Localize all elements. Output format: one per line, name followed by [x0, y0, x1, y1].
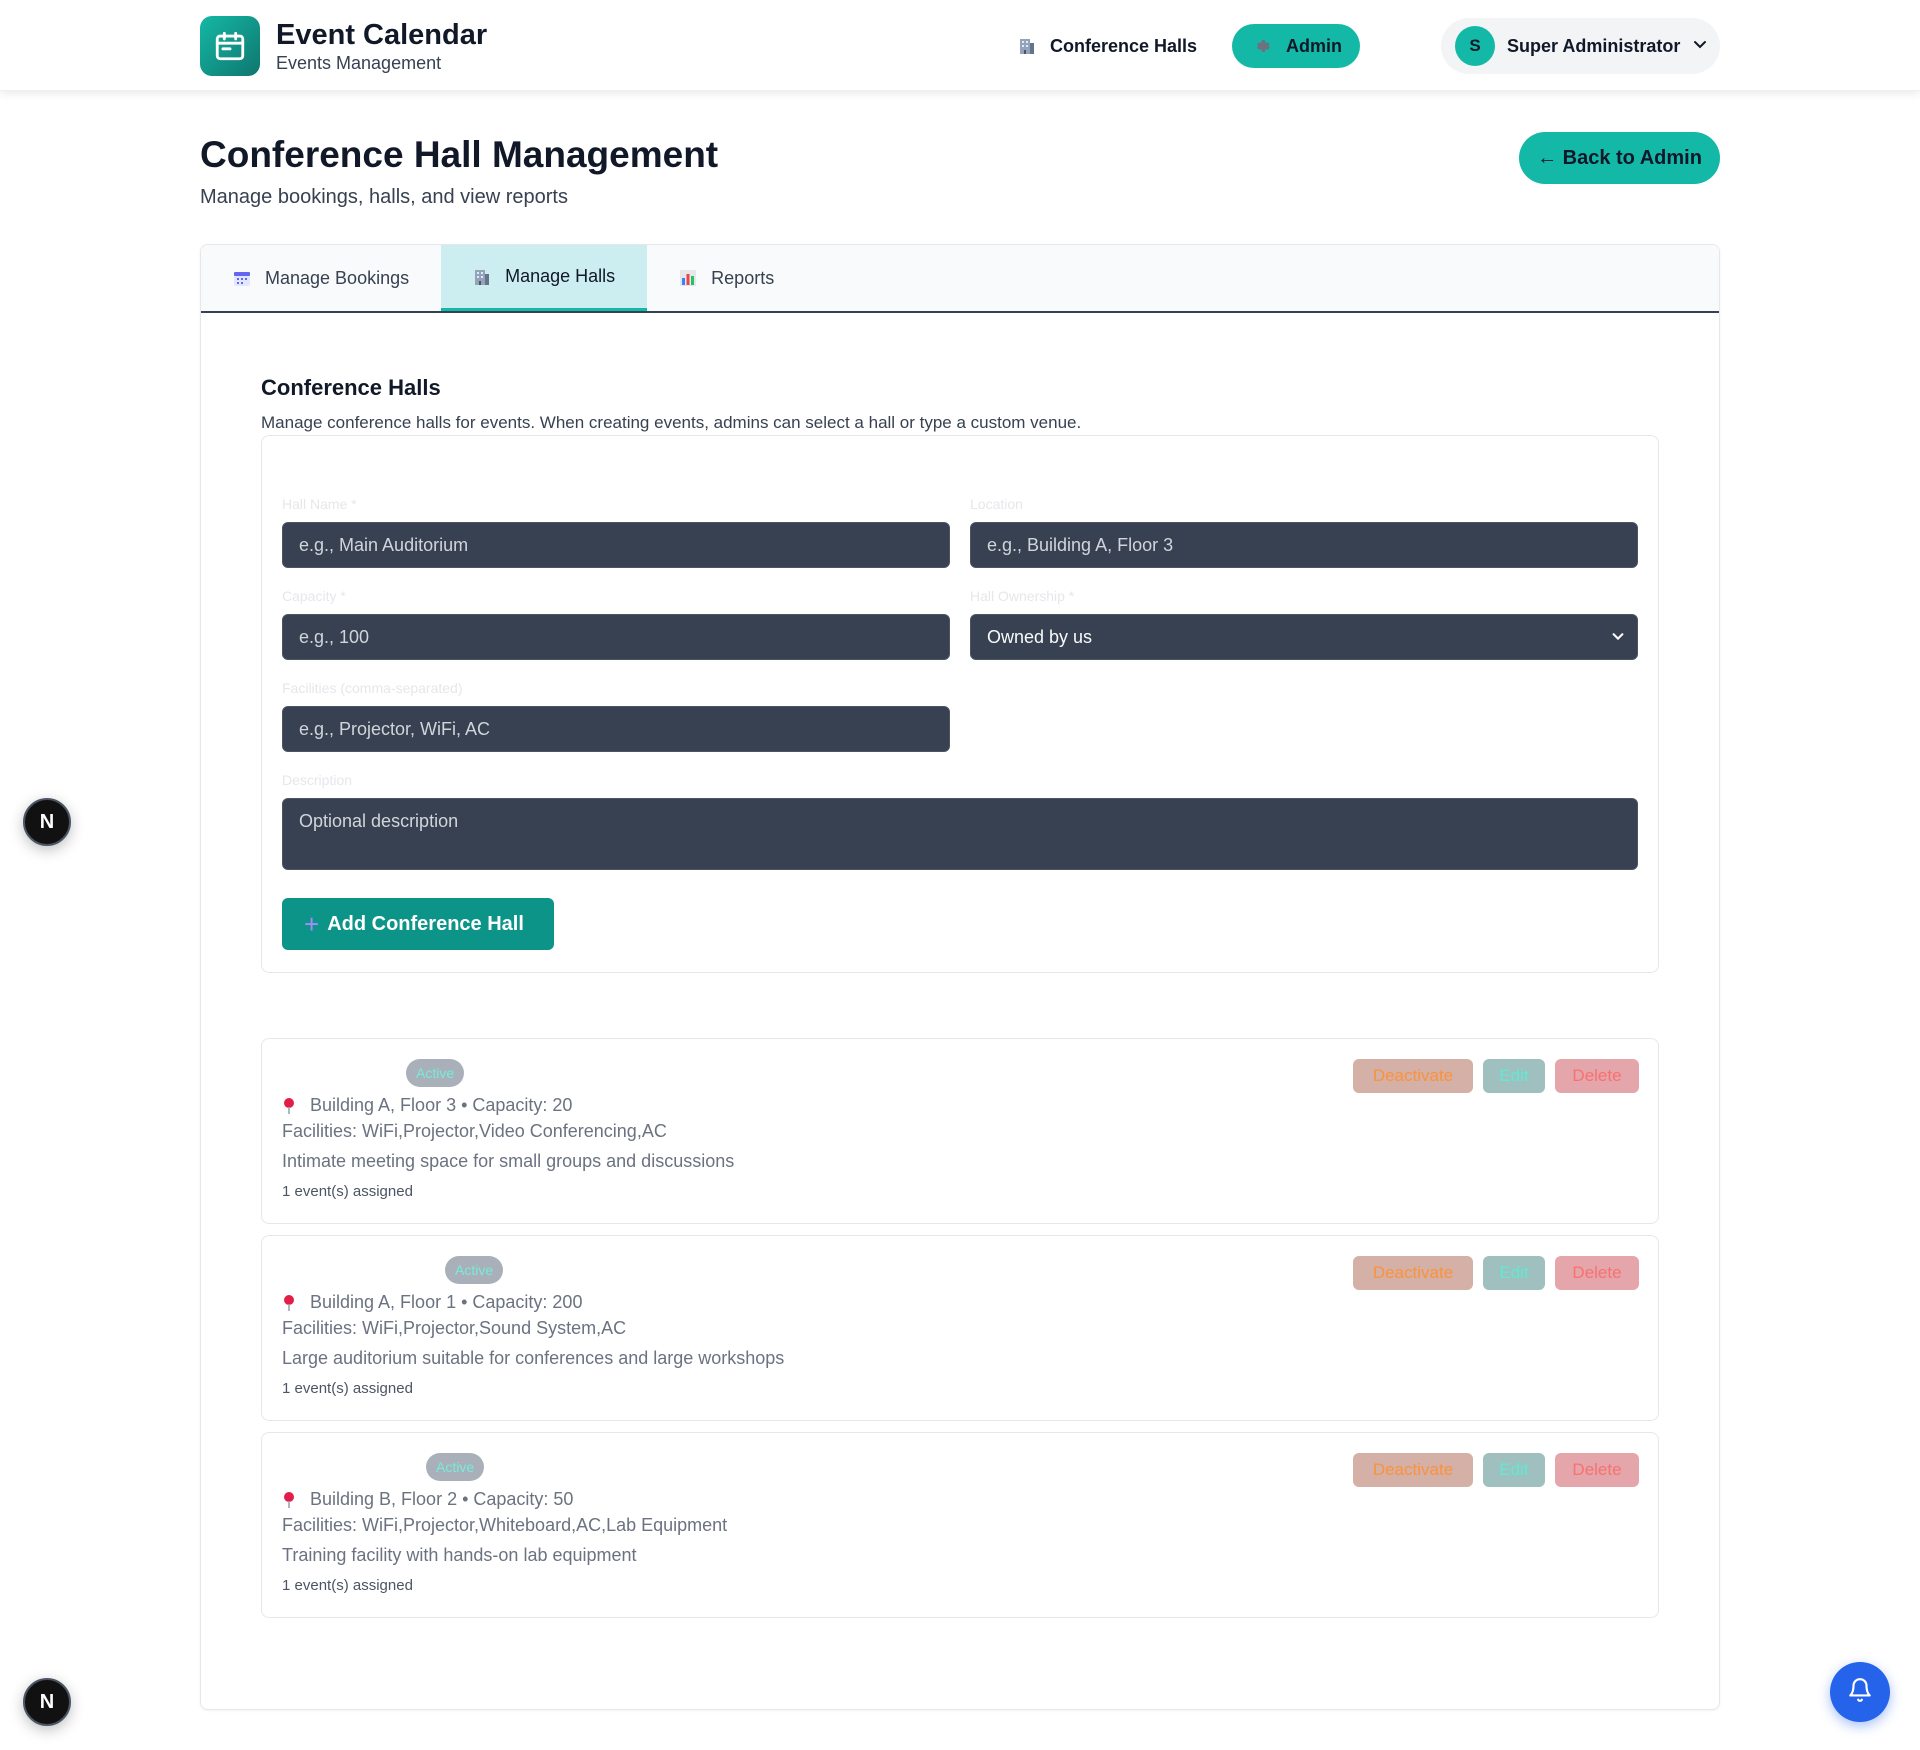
status-badge: Active	[445, 1256, 504, 1284]
chevron-down-icon	[1611, 627, 1625, 648]
tab-manage-halls-label: Manage Halls	[505, 266, 616, 286]
back-to-admin-button[interactable]: ← Back to Admin	[1519, 132, 1720, 184]
hall-name-input[interactable]: e.g., Main Auditorium	[282, 522, 950, 568]
edit-button[interactable]: Edit	[1483, 1453, 1545, 1487]
user-name: Super Administrator	[1507, 35, 1681, 56]
hall-meta-text: Building A, Floor 3 • Capacity: 20	[310, 1095, 573, 1115]
gear-icon	[1254, 37, 1272, 55]
hall-meta-text: Building A, Floor 1 • Capacity: 200	[310, 1292, 583, 1312]
hall-list-item: Active Building B, Floor 2 • Capacity: 5…	[261, 1432, 1659, 1618]
nav-admin[interactable]: Admin	[1232, 24, 1360, 68]
hall-facilities: Facilities: WiFi,Projector,Sound System,…	[282, 1318, 627, 1338]
deactivate-button[interactable]: Deactivate	[1353, 1453, 1473, 1487]
building-icon	[473, 268, 491, 286]
hall-meta: Building A, Floor 3 • Capacity: 20	[282, 1095, 572, 1116]
location-input[interactable]: e.g., Building A, Floor 3	[970, 522, 1638, 568]
chevron-down-icon	[1692, 36, 1708, 57]
ownership-select-value: Owned by us	[987, 626, 1093, 647]
map-pin-icon	[282, 1294, 296, 1312]
bar-chart-icon	[679, 269, 697, 287]
calendar-icon	[200, 16, 260, 76]
tab-manage-bookings-label: Manage Bookings	[265, 267, 410, 288]
page-title: Conference Hall Management	[200, 134, 719, 175]
hall-meta-text: Building B, Floor 2 • Capacity: 50	[310, 1489, 574, 1509]
ownership-label: Hall Ownership *	[970, 588, 1075, 604]
hall-list-item: Active Building A, Floor 1 • Capacity: 2…	[261, 1235, 1659, 1421]
map-pin-icon	[282, 1097, 296, 1115]
capacity-input[interactable]: e.g., 100	[282, 614, 950, 660]
section-subtitle: Manage conference halls for events. When…	[261, 413, 1082, 432]
hall-name-label: Hall Name *	[282, 496, 357, 512]
bell-icon	[1847, 1677, 1873, 1708]
facilities-input[interactable]: e.g., Projector, WiFi, AC	[282, 706, 950, 752]
plus-icon: +	[304, 908, 320, 939]
hall-list-item: Active Building A, Floor 3 • Capacity: 2…	[261, 1038, 1659, 1224]
add-conference-hall-label: Add Conference Hall	[327, 912, 524, 935]
brand[interactable]: Event Calendar Events Management	[200, 16, 487, 76]
nav-admin-label: Admin	[1286, 35, 1342, 56]
avatar: S	[1455, 26, 1495, 66]
tab-reports[interactable]: Reports	[647, 245, 806, 311]
location-label: Location	[970, 496, 1023, 512]
dev-tools-button[interactable]: N	[23, 798, 71, 846]
main-card: Manage Bookings Manage Halls Reports Con…	[200, 244, 1720, 1710]
delete-button[interactable]: Delete	[1555, 1453, 1639, 1487]
hall-description: Intimate meeting space for small groups …	[282, 1151, 735, 1171]
tab-reports-label: Reports	[711, 267, 775, 288]
calendar-icon	[233, 269, 251, 287]
app-title: Event Calendar	[276, 19, 488, 51]
hall-description: Large auditorium suitable for conference…	[282, 1348, 785, 1368]
map-pin-icon	[282, 1491, 296, 1509]
capacity-label: Capacity *	[282, 588, 346, 604]
tab-manage-halls[interactable]: Manage Halls	[441, 245, 648, 311]
deactivate-button[interactable]: Deactivate	[1353, 1256, 1473, 1290]
page-subtitle: Manage bookings, halls, and view reports	[200, 186, 568, 208]
hall-meta: Building A, Floor 1 • Capacity: 200	[282, 1292, 582, 1313]
ownership-select[interactable]: Owned by us	[970, 614, 1638, 660]
section-title: Conference Halls	[261, 375, 441, 400]
hall-facilities: Facilities: WiFi,Projector,Whiteboard,AC…	[282, 1515, 728, 1535]
delete-button[interactable]: Delete	[1555, 1256, 1639, 1290]
add-conference-hall-button[interactable]: + Add Conference Hall	[282, 898, 554, 950]
description-textarea[interactable]: Optional description	[282, 798, 1638, 870]
add-hall-form: Hall Name * e.g., Main Auditorium Locati…	[261, 435, 1659, 973]
edit-button[interactable]: Edit	[1483, 1059, 1545, 1093]
edit-button[interactable]: Edit	[1483, 1256, 1545, 1290]
description-label: Description	[282, 772, 353, 788]
app-subtitle: Events Management	[276, 53, 442, 73]
facilities-label: Facilities (comma-separated)	[282, 680, 463, 696]
hall-assigned-count: 1 event(s) assigned	[282, 1577, 413, 1594]
hall-assigned-count: 1 event(s) assigned	[282, 1183, 413, 1200]
nav-conference-halls-label: Conference Halls	[1050, 35, 1198, 56]
nav-conference-halls[interactable]: Conference Halls	[1018, 24, 1197, 68]
notification-button[interactable]	[1830, 1662, 1890, 1722]
hall-meta: Building B, Floor 2 • Capacity: 50	[282, 1489, 573, 1510]
hall-facilities: Facilities: WiFi,Projector,Video Confere…	[282, 1121, 667, 1141]
status-badge: Active	[426, 1453, 485, 1481]
delete-button[interactable]: Delete	[1555, 1059, 1639, 1093]
tab-manage-bookings[interactable]: Manage Bookings	[201, 245, 441, 311]
dev-tools-button[interactable]: N	[23, 1678, 71, 1726]
hall-description: Training facility with hands-on lab equi…	[282, 1545, 637, 1565]
building-icon	[1018, 37, 1036, 55]
user-menu[interactable]: S Super Administrator	[1441, 18, 1720, 74]
deactivate-button[interactable]: Deactivate	[1353, 1059, 1473, 1093]
top-navigation-bar: Event Calendar Events Management Confere…	[0, 0, 1920, 91]
hall-assigned-count: 1 event(s) assigned	[282, 1380, 413, 1397]
tab-bar: Manage Bookings Manage Halls Reports	[201, 245, 1719, 313]
status-badge: Active	[406, 1059, 465, 1087]
